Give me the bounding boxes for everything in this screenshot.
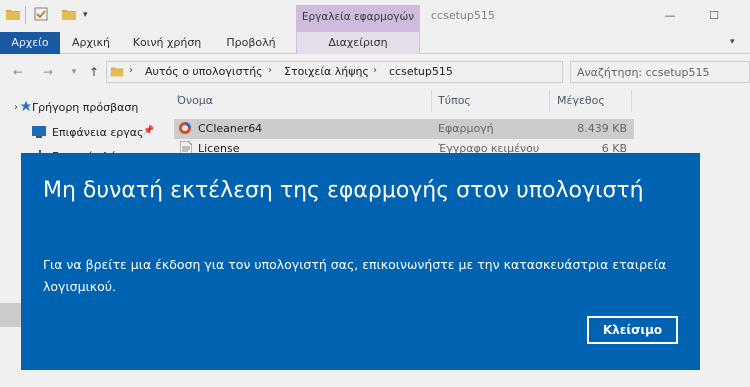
breadcrumb-downloads[interactable]: Στοιχεία λήψης <box>284 65 369 78</box>
column-header-size[interactable]: Μέγεθος <box>557 94 605 107</box>
close-button[interactable]: Κλείσιμο <box>587 316 678 344</box>
file-type: Εφαρμογή <box>438 122 494 135</box>
chevron-right-icon[interactable]: › <box>14 102 18 113</box>
nav-item-desktop[interactable]: Επιφάνεια εργας <box>52 126 144 139</box>
maximize-button[interactable]: ☐ <box>692 0 736 30</box>
window-title: ccsetup515 <box>431 9 495 22</box>
address-bar[interactable]: › Αυτός ο υπολογιστής › Στοιχεία λήψης ›… <box>106 61 563 83</box>
dialog-title: Μη δυνατή εκτέλεση της εφαρμογής στον υπ… <box>43 178 644 203</box>
error-dialog: Μη δυνατή εκτέλεση της εφαρμογής στον υπ… <box>21 153 700 370</box>
forward-arrow-icon[interactable]: → <box>40 64 56 80</box>
star-icon <box>20 100 32 115</box>
breadcrumb-separator-icon: › <box>268 65 272 76</box>
properties-icon[interactable] <box>33 6 51 24</box>
tab-home[interactable]: Αρχική <box>62 32 120 54</box>
pin-icon: 📌 <box>143 126 155 136</box>
up-arrow-icon[interactable]: ↑ <box>86 64 102 80</box>
recent-locations-icon[interactable]: ▾ <box>66 64 82 80</box>
column-header-type[interactable]: Τύπος <box>438 94 471 107</box>
dialog-message: Για να βρείτε μια έκδοση για τον υπολογι… <box>43 257 667 294</box>
divider <box>431 90 432 112</box>
tab-manage[interactable]: Διαχείριση <box>296 32 420 54</box>
folder-icon <box>110 64 124 81</box>
breadcrumb-this-pc[interactable]: Αυτός ο υπολογιστής <box>145 65 263 78</box>
folder-icon <box>5 6 23 24</box>
table-row[interactable]: CCleaner64 Εφαρμογή 8.439 KB <box>174 119 634 139</box>
file-size: 8.439 KB <box>577 122 627 135</box>
new-folder-icon[interactable] <box>61 6 79 24</box>
navigation-bar: ← → ▾ ↑ › Αυτός ο υπολογιστής › Στοιχεία… <box>0 58 750 86</box>
minimize-button[interactable]: — <box>648 0 692 30</box>
breadcrumb-ccsetup515[interactable]: ccsetup515 <box>389 65 453 78</box>
divider <box>549 90 550 112</box>
file-name: CCleaner64 <box>198 122 263 135</box>
nav-item-quick-access[interactable]: Γρήγορη πρόσβαση <box>32 101 138 114</box>
breadcrumb-separator-icon: › <box>129 65 133 76</box>
back-arrow-icon[interactable]: ← <box>10 64 26 80</box>
search-input[interactable]: Αναζήτηση: ccsetup515 <box>570 61 750 83</box>
divider <box>25 6 26 24</box>
contextual-tab-group-label: Εργαλεία εφαρμογών <box>296 5 420 33</box>
search-placeholder: Αναζήτηση: ccsetup515 <box>577 66 710 79</box>
tab-view[interactable]: Προβολή <box>218 32 284 54</box>
customize-toolbar-icon[interactable]: ▾ <box>83 6 101 24</box>
tab-file[interactable]: Αρχείο <box>0 32 60 54</box>
divider <box>631 90 632 112</box>
ccleaner-icon <box>178 121 192 138</box>
scrollbar-thumb[interactable] <box>0 303 22 327</box>
column-header-name[interactable]: Όνομα <box>177 94 213 107</box>
title-bar: ▾ Εργαλεία εφαρμογών ccsetup515 — ☐ <box>0 0 750 33</box>
ribbon-tabs: Αρχείο Αρχική Κοινή χρήση Προβολή Διαχεί… <box>0 32 750 54</box>
breadcrumb-separator-icon: › <box>373 65 377 76</box>
chevron-down-icon[interactable]: ▾ <box>730 37 742 49</box>
desktop-icon <box>32 126 46 141</box>
tab-share[interactable]: Κοινή χρήση <box>122 32 212 54</box>
